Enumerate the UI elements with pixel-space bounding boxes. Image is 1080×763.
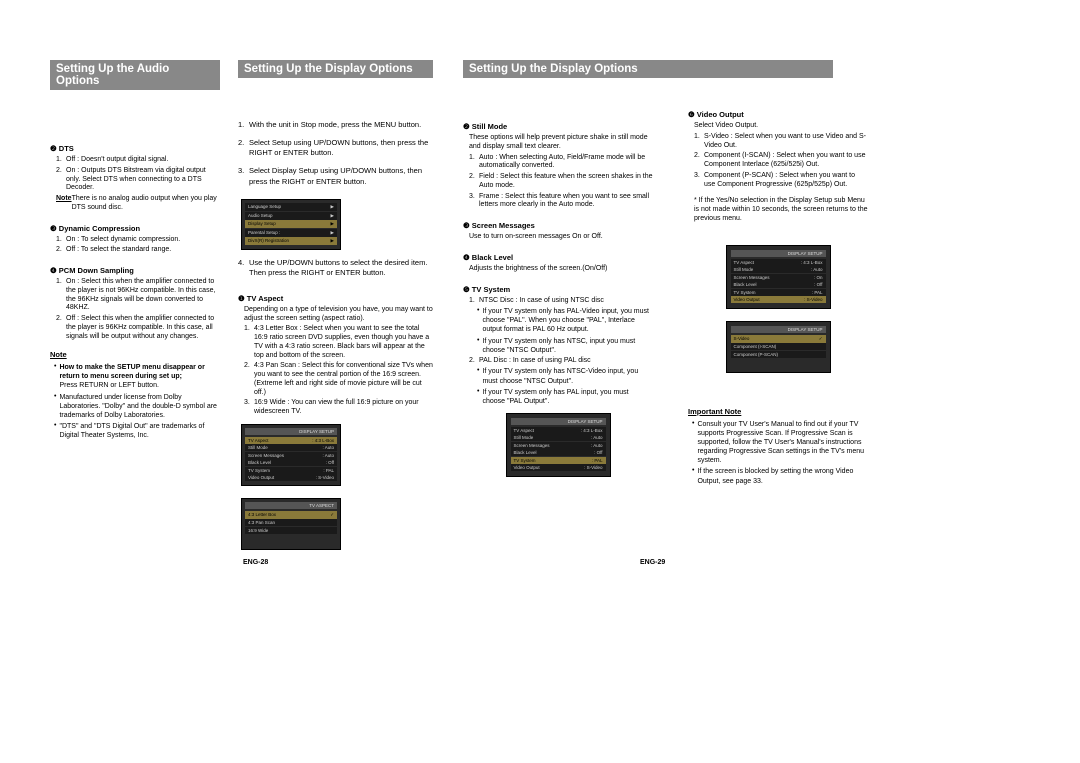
manual-spread: Setting Up the Audio Options ❷ DTS 1.Off…	[0, 0, 1080, 576]
col3: Setting Up the Display Options ❷ Still M…	[463, 60, 653, 556]
screenmsg-hd: ❸ Screen Messages	[463, 221, 653, 230]
header-audio: Setting Up the Audio Options	[50, 60, 220, 90]
page-number-left: ENG-28	[243, 559, 268, 566]
col4: ❻ Video Output Select Video Output. 1.S-…	[688, 60, 868, 556]
pcm-hd: ❹ PCM Down Sampling	[50, 266, 220, 275]
screenshot-display-setup: DISPLAY SETUP TV Aspect: 4:3 L-Box Still…	[241, 424, 341, 486]
col1: Setting Up the Audio Options ❷ DTS 1.Off…	[50, 60, 220, 556]
page-number-right: ENG-29	[640, 559, 665, 566]
tvsystem-hd: ❺ TV System	[463, 285, 653, 294]
screenshot-video-output: DISPLAY SETUP S-Video✓ Component (I-SCAN…	[726, 321, 831, 374]
screenshot-display-setup2: DISPLAY SETUP TV Aspect: 4:3 L-Box Still…	[506, 413, 611, 477]
importantnote-hd: Important Note	[688, 407, 868, 416]
col2: Setting Up the Display Options 1.With th…	[238, 60, 433, 556]
header-display1: Setting Up the Display Options	[238, 60, 433, 78]
blacklevel-hd: ❹ Black Level	[463, 253, 653, 262]
note-hd: Note	[50, 350, 220, 359]
stillmode-hd: ❷ Still Mode	[463, 122, 653, 131]
dyn-hd: ❸ Dynamic Compression	[50, 224, 220, 233]
screenshot-setup-menu: Language Setup▶ Audio Setup▶ Display Set…	[241, 199, 341, 250]
videoout-hd: ❻ Video Output	[688, 110, 868, 119]
screenshot-tv-aspect: TV ASPECT 4:3 Letter Box✓ 4:3 Pan Scan 1…	[241, 498, 341, 551]
screenshot-display-setup3: DISPLAY SETUP TV Aspect: 4:3 L-Box Still…	[726, 245, 831, 309]
tvaspect-hd: ❶ TV Aspect	[238, 294, 433, 303]
dts-hd: ❷ DTS	[50, 144, 220, 153]
